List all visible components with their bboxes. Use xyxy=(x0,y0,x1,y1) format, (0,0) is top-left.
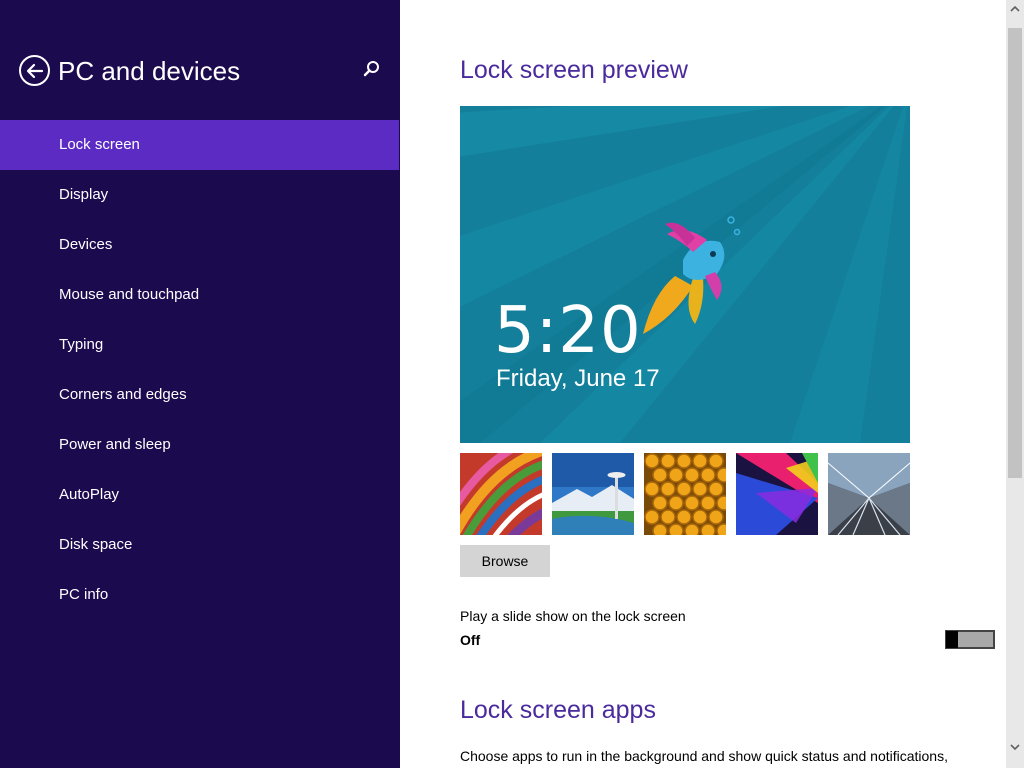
lock-screen-time: 5:20 xyxy=(494,294,642,368)
lock-screen-preview: 5:20 Friday, June 17 xyxy=(460,106,910,443)
seattle-space-needle-image[interactable] xyxy=(552,453,634,535)
page-title: PC and devices xyxy=(58,56,241,86)
scrollbar-thumb[interactable] xyxy=(1008,28,1022,478)
slideshow-label: Play a slide show on the lock screen xyxy=(460,608,686,624)
sidebar-nav: Lock screen Display Devices Mouse and to… xyxy=(0,120,399,620)
sidebar-item-autoplay[interactable]: AutoPlay xyxy=(0,470,399,520)
scroll-down-icon[interactable] xyxy=(1006,738,1024,756)
lock-screen-apps-description: Choose apps to run in the background and… xyxy=(460,748,948,764)
lock-screen-date: Friday, June 17 xyxy=(496,365,660,392)
vertical-scrollbar[interactable] xyxy=(1006,0,1024,768)
scroll-up-icon[interactable] xyxy=(1006,0,1024,18)
tunnel-lights-image[interactable] xyxy=(828,453,910,535)
sidebar-item-typing[interactable]: Typing xyxy=(0,320,399,370)
slideshow-state-label: Off xyxy=(460,632,481,648)
sidebar-item-lock-screen[interactable]: Lock screen xyxy=(0,120,399,170)
sidebar-item-mouse-and-touchpad[interactable]: Mouse and touchpad xyxy=(0,270,399,320)
sidebar-header: PC and devices xyxy=(0,0,400,120)
background-thumbnails xyxy=(460,453,912,535)
main-content: Lock screen preview 5:20 Friday, June 17… xyxy=(400,0,1006,768)
sidebar-item-disk-space[interactable]: Disk space xyxy=(0,520,399,570)
sidebar-item-display[interactable]: Display xyxy=(0,170,399,220)
sidebar-item-pc-info[interactable]: PC info xyxy=(0,570,399,620)
search-icon[interactable] xyxy=(360,58,382,80)
honeycomb-image[interactable] xyxy=(644,453,726,535)
browse-button[interactable]: Browse xyxy=(460,545,550,577)
lock-screen-preview-heading: Lock screen preview xyxy=(460,56,688,84)
lock-screen-apps-heading: Lock screen apps xyxy=(460,696,656,724)
toggle-knob xyxy=(946,631,958,648)
abstract-color-shapes-image[interactable] xyxy=(736,453,818,535)
sidebar: PC and devices Lock screen Display Devic… xyxy=(0,0,400,768)
colorful-stripes-image[interactable] xyxy=(460,453,542,535)
slideshow-toggle[interactable] xyxy=(945,630,995,649)
sidebar-item-power-and-sleep[interactable]: Power and sleep xyxy=(0,420,399,470)
back-arrow-icon[interactable] xyxy=(19,55,50,86)
sidebar-item-devices[interactable]: Devices xyxy=(0,220,399,270)
sidebar-item-corners-and-edges[interactable]: Corners and edges xyxy=(0,370,399,420)
